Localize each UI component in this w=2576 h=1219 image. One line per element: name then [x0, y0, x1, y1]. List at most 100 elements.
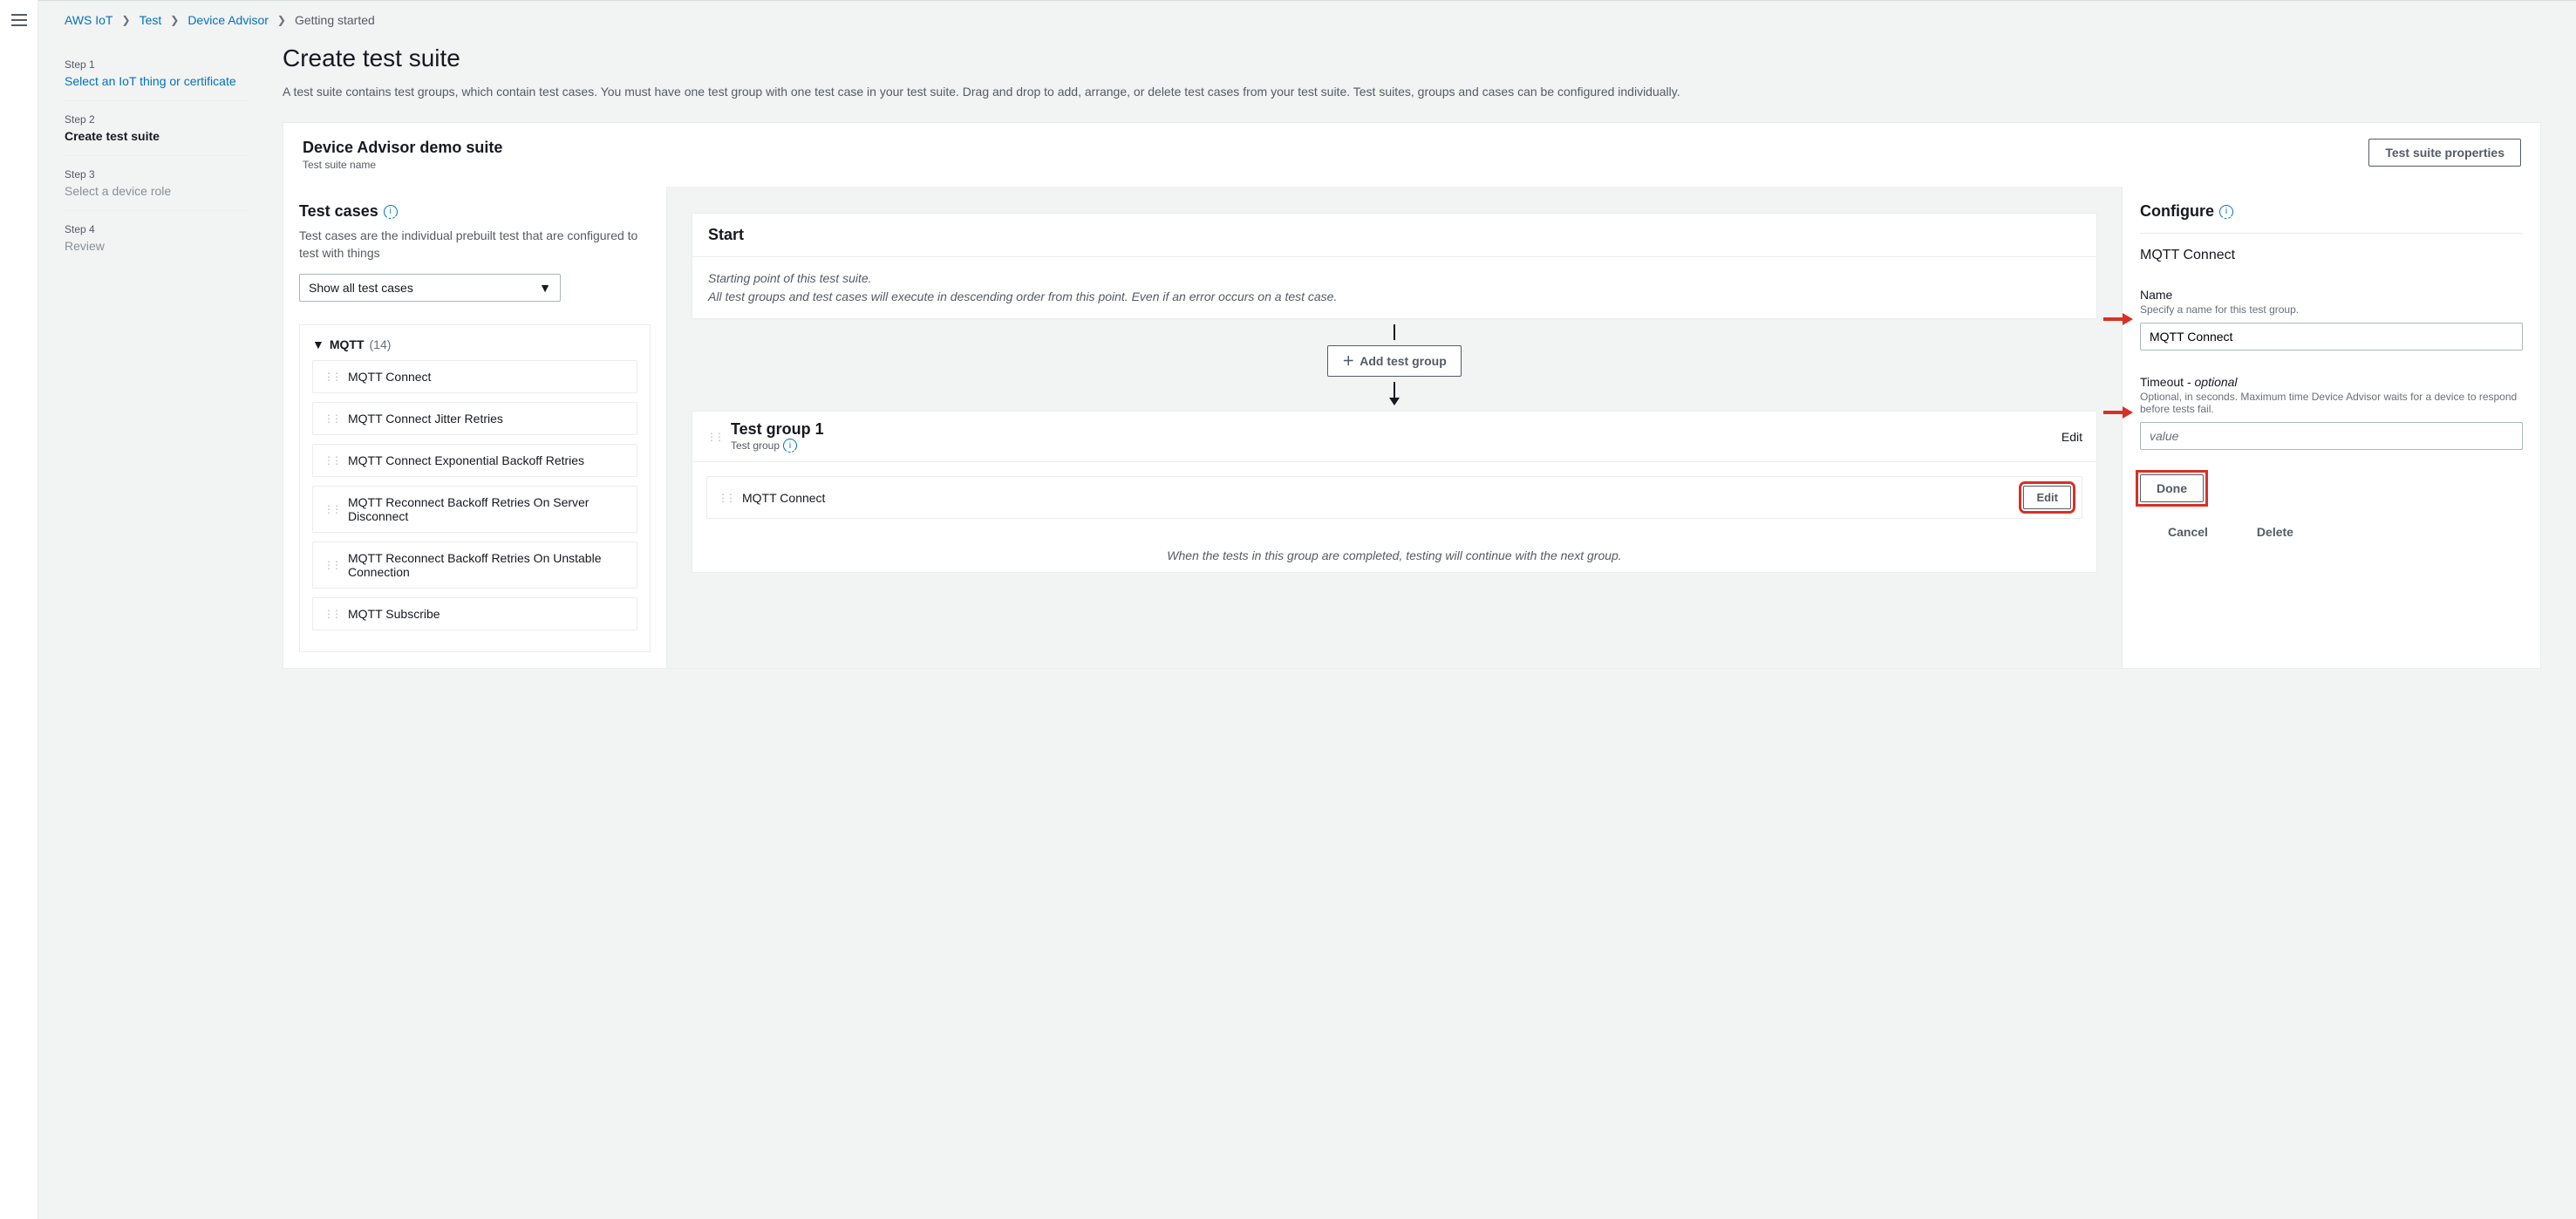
- connector-line: [1394, 324, 1395, 340]
- timeout-input[interactable]: [2140, 422, 2523, 450]
- step-title: Select a device role: [65, 184, 248, 198]
- chevron-right-icon: ❯: [277, 14, 286, 26]
- filter-value: Show all test cases: [309, 281, 413, 295]
- configure-panel: Configure i MQTT Connect Name Specify a …: [2122, 187, 2540, 668]
- test-cases-desc: Test cases are the individual prebuilt t…: [299, 228, 651, 262]
- cancel-button[interactable]: Cancel: [2156, 518, 2220, 546]
- test-case-label: MQTT Reconnect Backoff Retries On Unstab…: [348, 551, 626, 579]
- breadcrumb-current: Getting started: [295, 13, 375, 27]
- drag-handle-icon[interactable]: ⋮⋮: [718, 492, 733, 504]
- group-subtitle-text: Test group: [731, 439, 780, 452]
- wizard-step-3: Step 3 Select a device role: [65, 156, 248, 211]
- drag-handle-icon[interactable]: ⋮⋮: [324, 454, 339, 466]
- name-input[interactable]: [2140, 323, 2523, 351]
- group-body: ⋮⋮ MQTT Connect Edit: [692, 462, 2096, 533]
- breadcrumb-test[interactable]: Test: [140, 13, 162, 27]
- group-tc-label: MQTT Connect: [742, 491, 825, 505]
- page-desc: A test suite contains test groups, which…: [283, 83, 2541, 101]
- test-case-label: MQTT Connect Exponential Backoff Retries: [348, 453, 584, 467]
- timeout-optional: optional: [2195, 375, 2238, 389]
- test-cases-title: Test cases i: [299, 202, 651, 221]
- drag-handle-icon[interactable]: ⋮⋮: [324, 608, 339, 620]
- wizard-nav: Step 1 Select an IoT thing or certificat…: [65, 39, 283, 1219]
- timeout-label-text: Timeout -: [2140, 375, 2195, 389]
- test-case-item[interactable]: ⋮⋮ MQTT Reconnect Backoff Retries On Uns…: [312, 541, 637, 589]
- configure-subtitle: MQTT Connect: [2140, 248, 2523, 263]
- caret-down-icon: ▼: [539, 281, 551, 295]
- configure-title: Configure i: [2140, 202, 2523, 234]
- suite-card: Device Advisor demo suite Test suite nam…: [283, 122, 2541, 669]
- start-title: Start: [692, 214, 2096, 257]
- start-line2: All test groups and test cases will exec…: [708, 288, 2081, 306]
- test-case-label: MQTT Reconnect Backoff Retries On Server…: [348, 495, 626, 523]
- work-area: Test cases i Test cases are the individu…: [283, 187, 2540, 668]
- name-field-group: Name Specify a name for this test group.: [2140, 288, 2523, 351]
- test-case-item[interactable]: ⋮⋮ MQTT Connect Exponential Backoff Retr…: [312, 444, 637, 477]
- step-label: Step 1: [65, 58, 248, 71]
- group-subtitle: Test group i: [731, 439, 2053, 453]
- name-hint: Specify a name for this test group.: [2140, 303, 2523, 316]
- suite-title: Device Advisor demo suite: [303, 139, 502, 157]
- main-area: AWS IoT ❯ Test ❯ Device Advisor ❯ Gettin…: [38, 0, 2576, 1219]
- add-test-group-button[interactable]: ＋ Add test group: [1327, 345, 1462, 377]
- group-test-case[interactable]: ⋮⋮ MQTT Connect Edit: [706, 476, 2082, 519]
- drag-handle-icon[interactable]: ⋮⋮: [324, 412, 339, 425]
- suite-header: Device Advisor demo suite Test suite nam…: [283, 123, 2540, 187]
- test-cases-title-text: Test cases: [299, 202, 378, 221]
- builder-panel: Start Starting point of this test suite.…: [667, 187, 2122, 668]
- step-title[interactable]: Select an IoT thing or certificate: [65, 74, 248, 88]
- breadcrumb-aws-iot[interactable]: AWS IoT: [65, 13, 113, 27]
- step-title: Review: [65, 239, 248, 253]
- info-icon[interactable]: i: [384, 205, 398, 219]
- delete-button[interactable]: Delete: [2245, 518, 2306, 546]
- edit-test-case-button[interactable]: Edit: [2023, 486, 2071, 509]
- hamburger-column: [0, 0, 38, 1219]
- breadcrumb-device-advisor[interactable]: Device Advisor: [187, 13, 269, 27]
- start-line1: Starting point of this test suite.: [708, 269, 2081, 288]
- page-title: Create test suite: [283, 44, 2541, 72]
- suite-subtitle: Test suite name: [303, 159, 502, 171]
- annotation-arrow-icon: [2103, 313, 2133, 325]
- plus-icon: ＋: [1342, 352, 1354, 370]
- drag-handle-icon[interactable]: ⋮⋮: [324, 503, 339, 515]
- drag-handle-icon[interactable]: ⋮⋮: [324, 371, 339, 383]
- annotation-arrow-icon: [2103, 406, 2133, 419]
- test-category-mqtt[interactable]: ▼ MQTT (14): [312, 337, 637, 351]
- test-cases-filter-select[interactable]: Show all test cases ▼: [299, 274, 561, 302]
- step-title: Create test suite: [65, 129, 248, 143]
- test-group-header: ⋮⋮ Test group 1 Test group i Edit: [692, 412, 2096, 462]
- drag-handle-icon[interactable]: ⋮⋮: [706, 431, 722, 443]
- arrow-down-icon: [1389, 398, 1400, 405]
- drag-handle-icon[interactable]: ⋮⋮: [324, 559, 339, 571]
- done-button[interactable]: Done: [2140, 474, 2204, 502]
- test-case-label: MQTT Connect: [348, 370, 431, 384]
- test-case-item[interactable]: ⋮⋮ MQTT Connect Jitter Retries: [312, 402, 637, 435]
- test-cases-panel: Test cases i Test cases are the individu…: [283, 187, 667, 668]
- caret-down-icon: ▼: [312, 337, 324, 351]
- chevron-right-icon: ❯: [170, 14, 179, 26]
- timeout-hint: Optional, in seconds. Maximum time Devic…: [2140, 391, 2523, 415]
- add-group-label: Add test group: [1360, 354, 1447, 368]
- info-icon[interactable]: i: [783, 439, 797, 453]
- start-card: Start Starting point of this test suite.…: [692, 213, 2097, 319]
- configure-title-text: Configure: [2140, 202, 2214, 221]
- test-case-item[interactable]: ⋮⋮ MQTT Connect: [312, 360, 637, 393]
- start-body: Starting point of this test suite. All t…: [692, 257, 2096, 318]
- group-edit-link[interactable]: Edit: [2061, 430, 2082, 444]
- name-label: Name: [2140, 288, 2523, 302]
- test-group-card: ⋮⋮ Test group 1 Test group i Edit: [692, 411, 2097, 573]
- test-case-item[interactable]: ⋮⋮ MQTT Subscribe: [312, 597, 637, 630]
- group-title: Test group 1: [731, 420, 2053, 439]
- test-case-label: MQTT Subscribe: [348, 607, 440, 621]
- step-label: Step 4: [65, 223, 248, 235]
- category-count: (14): [370, 337, 392, 351]
- info-icon[interactable]: i: [2219, 205, 2233, 219]
- step-label: Step 3: [65, 168, 248, 180]
- step-label: Step 2: [65, 113, 248, 126]
- hamburger-icon[interactable]: [11, 14, 27, 26]
- group-footer: When the tests in this group are complet…: [692, 533, 2096, 572]
- timeout-label: Timeout - optional: [2140, 375, 2523, 389]
- wizard-step-1[interactable]: Step 1 Select an IoT thing or certificat…: [65, 46, 248, 101]
- test-case-item[interactable]: ⋮⋮ MQTT Reconnect Backoff Retries On Ser…: [312, 486, 637, 533]
- test-suite-properties-button[interactable]: Test suite properties: [2368, 139, 2521, 167]
